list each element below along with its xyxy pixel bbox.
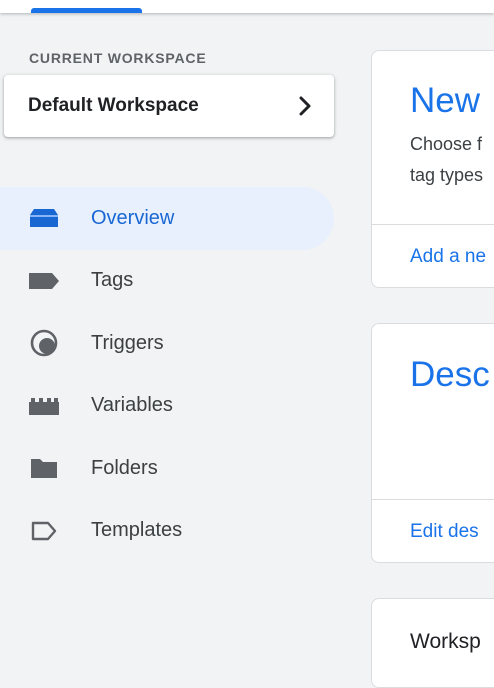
card-title: Worksp bbox=[410, 630, 481, 653]
sidebar-item-templates[interactable]: Templates bbox=[0, 500, 340, 563]
card-title: Desc bbox=[410, 355, 490, 394]
sidebar-item-label: Templates bbox=[91, 519, 183, 542]
sidebar-item-variables[interactable]: Variables bbox=[0, 375, 340, 438]
sidebar-item-folders[interactable]: Folders bbox=[0, 437, 340, 500]
sidebar-item-overview[interactable]: Overview bbox=[0, 187, 334, 250]
sidebar-item-label: Folders bbox=[91, 456, 158, 479]
trigger-icon bbox=[27, 328, 61, 358]
current-workspace-label: CURRENT WORKSPACE bbox=[29, 50, 207, 66]
sidebar-item-label: Tags bbox=[91, 269, 134, 292]
card-description-line: Choose f bbox=[410, 134, 483, 154]
chevron-right-icon bbox=[299, 96, 311, 116]
template-icon bbox=[27, 516, 61, 546]
card-description-line: tag types bbox=[410, 165, 484, 185]
card-divider bbox=[372, 499, 494, 500]
edit-description-link[interactable]: Edit des bbox=[410, 521, 479, 543]
card-divider bbox=[372, 224, 494, 225]
tag-icon bbox=[27, 266, 61, 296]
add-new-tag-link[interactable]: Add a ne bbox=[410, 246, 486, 268]
sidebar-item-tags[interactable]: Tags bbox=[0, 250, 340, 313]
active-tab-indicator bbox=[31, 8, 142, 13]
variables-icon bbox=[27, 391, 61, 421]
sidebar-item-label: Variables bbox=[91, 394, 173, 417]
sidebar-item-triggers[interactable]: Triggers bbox=[0, 312, 340, 375]
description-card: Desc Edit des bbox=[371, 323, 494, 563]
top-app-bar bbox=[0, 0, 494, 13]
workspace-changes-card: Worksp bbox=[371, 598, 494, 688]
new-tag-card: New Choose f tag types Add a ne bbox=[371, 50, 494, 288]
overview-icon bbox=[27, 203, 61, 233]
sidebar-nav: Overview Tags Triggers Variables Folders… bbox=[0, 187, 340, 562]
card-title: New bbox=[410, 81, 481, 120]
sidebar-item-label: Overview bbox=[91, 206, 175, 229]
sidebar-item-label: Triggers bbox=[91, 331, 164, 354]
workspace-name: Default Workspace bbox=[28, 95, 199, 116]
folder-icon bbox=[27, 453, 61, 483]
workspace-selector[interactable]: Default Workspace bbox=[4, 75, 334, 137]
